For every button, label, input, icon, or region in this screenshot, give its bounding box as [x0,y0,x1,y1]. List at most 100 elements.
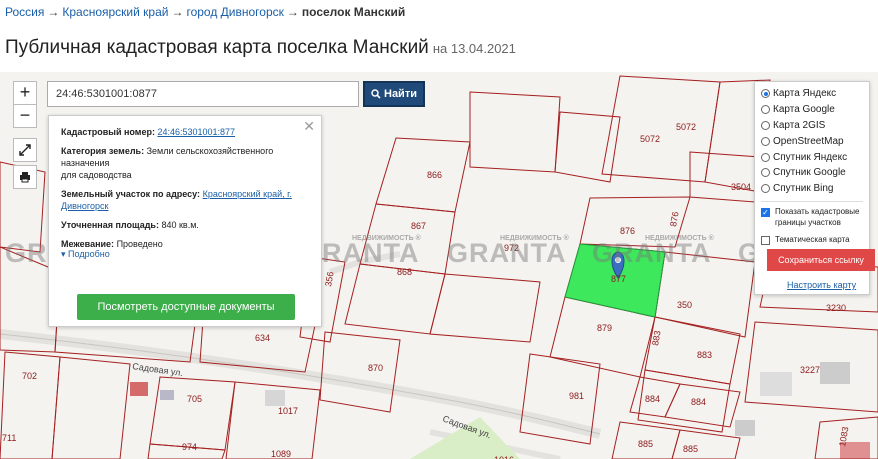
page-title-text: Публичная кадастровая карта поселка Манс… [5,37,429,58]
plot-label: 877 [611,274,626,284]
plot-label: 1089 [271,449,291,459]
plot-label: 356 [323,271,335,288]
search-icon [371,89,381,99]
breadcrumb-separator: → [286,5,299,19]
find-button[interactable]: Найти [363,81,425,107]
breadcrumb-link-city[interactable]: город Дивногорск [186,5,283,19]
view-documents-button[interactable]: Посмотреть доступные документы [77,294,295,320]
checkbox[interactable] [761,235,770,245]
survey-value: Проведено [116,239,163,249]
plot-label: 972 [504,243,519,253]
find-button-label: Найти [384,88,417,100]
layer-option-label: OpenStreetMap [773,135,844,147]
layer-option-2gis-map[interactable]: Карта 2GIS [761,118,863,134]
cadastral-number-link[interactable]: 24:46:5301001:877 [157,127,235,137]
configure-map-link[interactable]: Настроить карту [787,280,856,290]
watermark-caption: НЕДВИЖИМОСТЬ ® [352,235,421,242]
print-icon [20,172,30,183]
plot-label: 883 [650,330,662,347]
plot-label: 868 [397,267,412,277]
cadastral-number-label: Кадастровый номер: [61,127,155,137]
layer-option-label: Карта Яндекс [773,88,837,100]
plot-label: 876 [620,226,635,236]
land-category-row: Категория земель: Земли сельскохозяйстве… [61,145,309,181]
area-row: Уточненная площадь: 840 кв.м. [61,219,309,231]
plot-label: 866 [427,170,442,180]
expand-icon [19,144,31,156]
close-icon[interactable]: ✕ [303,119,315,133]
checkbox-checked[interactable]: ✓ [761,207,770,217]
plot-label: 5072 [676,122,696,132]
plot-label: 3227 [800,365,820,375]
watermark-caption: НЕДВИЖИМОСТЬ ® [500,235,569,242]
plot-label: 974 [182,442,197,452]
breadcrumb-current: поселок Манский [301,5,406,19]
area-label: Уточненная площадь: [61,220,159,230]
cadastral-search-input[interactable]: 24:46:5301001:0877 [47,81,359,107]
zoom-out-button[interactable]: − [13,104,37,128]
layer-option-openstreetmap[interactable]: OpenStreetMap [761,133,863,149]
layer-option-bing-satellite[interactable]: Спутник Bing [761,181,863,197]
plot-label: 1016 [494,455,514,459]
address-row: Земельный участок по адресу: Красноярски… [61,188,309,212]
radio[interactable] [761,152,770,162]
street-label: Садовая ул. [132,361,184,378]
plot-label: 350 [677,300,692,310]
breadcrumb-link-russia[interactable]: Россия [5,5,44,19]
plot-label: 879 [597,323,612,333]
layer-option-label: Спутник Bing [773,183,834,195]
chevron-down-icon: ▾ [61,249,66,259]
plot-info-popup: ✕ Кадастровый номер: 24:46:5301001:877 К… [48,115,322,327]
breadcrumb-link-krai[interactable]: Красноярский край [62,5,168,19]
print-button[interactable] [13,165,37,189]
layer-option-google-map[interactable]: Карта Google [761,102,863,118]
plot-label: 876 [668,211,680,228]
show-borders-toggle[interactable]: ✓ Показать кадастровые границы участков [761,206,863,228]
radio[interactable] [761,120,770,130]
show-borders-label: Показать кадастровые границы участков [775,206,860,227]
page-date: на 13.04.2021 [432,41,516,56]
layer-option-google-satellite[interactable]: Спутник Google [761,165,863,181]
plot-label: 3230 [826,303,846,313]
layer-option-yandex-satellite[interactable]: Спутник Яндекс [761,149,863,165]
details-link[interactable]: ▾ Подробно [61,248,309,260]
plot-label: 981 [569,391,584,401]
radio[interactable] [761,184,770,194]
plot-label: 702 [22,371,37,381]
plot-label: 870 [368,363,383,373]
radio-selected[interactable] [761,89,770,99]
thematic-map-label: Тематическая карта [775,234,850,244]
radio[interactable] [761,168,770,178]
plot-label: 885 [683,444,698,454]
save-link-button[interactable]: Сохраниться ссылку [767,249,875,271]
layer-option-label: Спутник Яндекс [773,151,848,163]
radio[interactable] [761,136,770,146]
plot-label: 883 [697,350,712,360]
plot-label: 705 [187,394,202,404]
layer-option-label: Спутник Google [773,167,846,179]
zoom-in-button[interactable]: + [13,81,37,105]
layer-option-label: Карта Google [773,104,835,116]
breadcrumb: Россия → Красноярский край → город Дивногорс… [5,5,405,19]
radio[interactable] [761,105,770,115]
plot-label: 5072 [640,134,660,144]
divider [761,200,863,202]
details-link-label: Подробно [68,249,110,259]
page-title: Публичная кадастровая карта поселка Манс… [5,37,516,59]
land-usage-value: для садоводства [61,170,132,180]
breadcrumb-separator: → [171,5,184,19]
plot-label: 3504 [731,182,751,192]
plot-label: 885 [638,439,653,449]
plot-label: 867 [411,221,426,231]
thematic-map-toggle[interactable]: Тематическая карта [761,234,863,245]
area-value: 840 кв.м. [161,220,199,230]
layer-option-yandex-map[interactable]: Карта Яндекс [761,86,863,102]
plot-label: 884 [691,397,706,407]
plot-label: 634 [255,333,270,343]
address-label: Земельный участок по адресу: [61,189,201,199]
plot-label: 1017 [278,406,298,416]
fullscreen-button[interactable] [13,138,37,162]
breadcrumb-separator: → [47,5,60,19]
layer-option-label: Карта 2GIS [773,119,826,131]
cadastral-number-row: Кадастровый номер: 24:46:5301001:877 [61,126,309,138]
